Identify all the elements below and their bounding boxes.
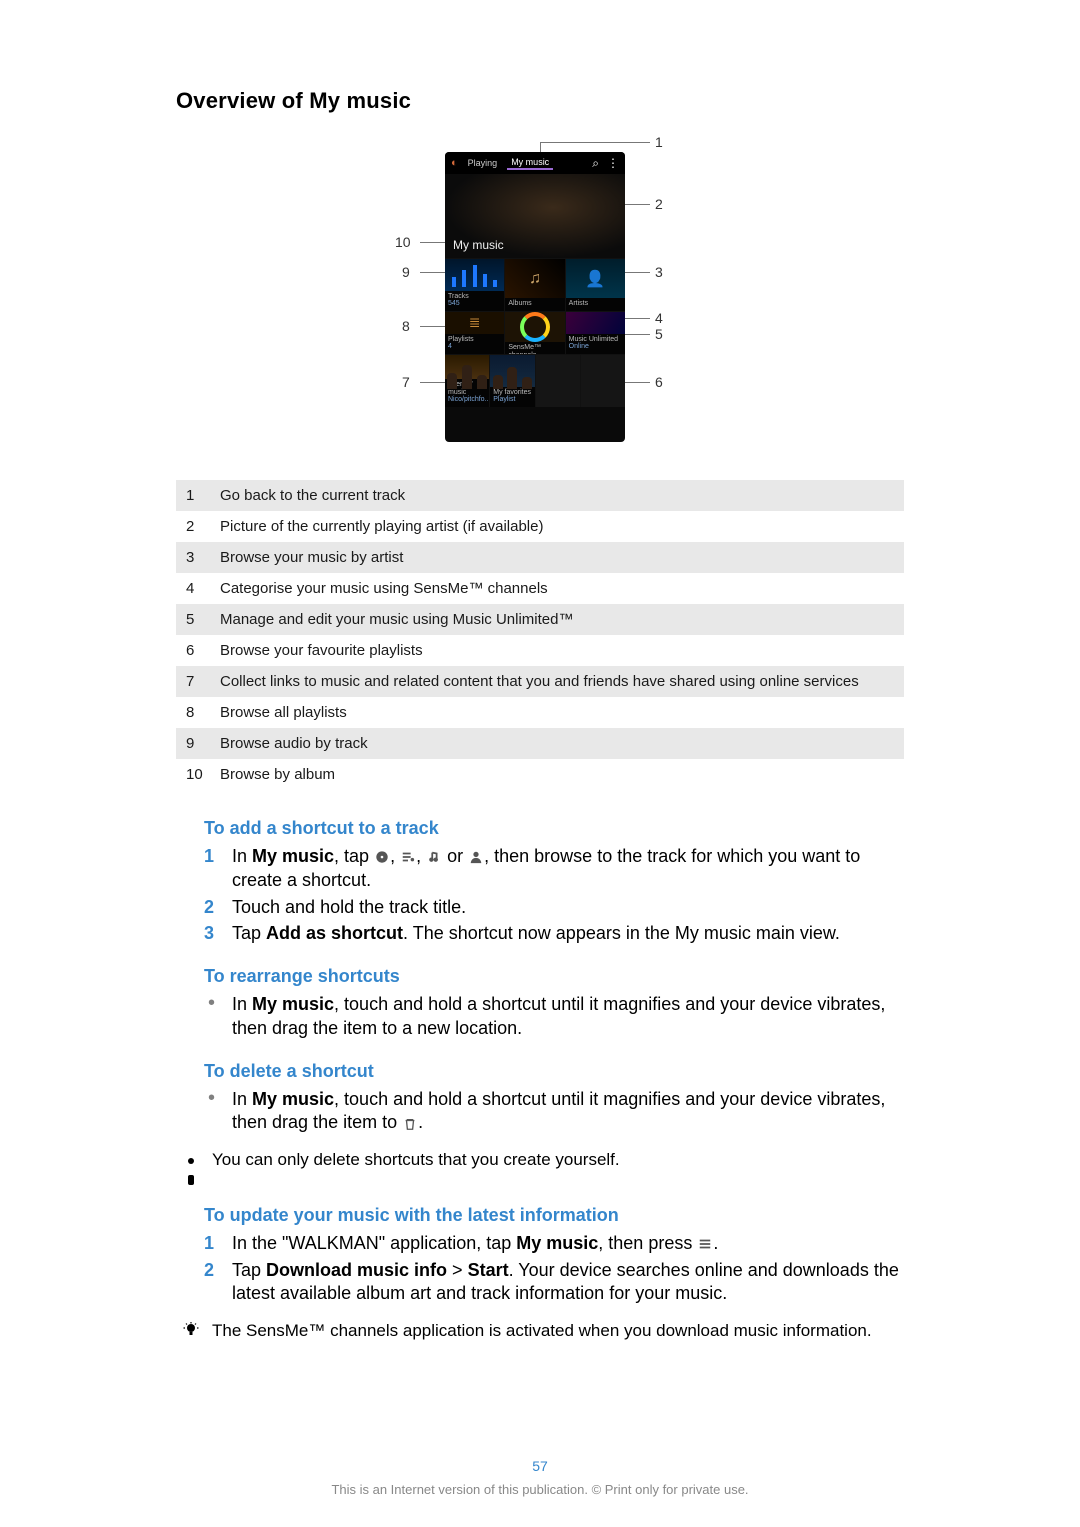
walkman-icon: ◐ [451, 157, 458, 169]
playlist-icon [400, 850, 416, 864]
menu-icon [697, 1237, 713, 1251]
tile-unlimited: Music UnlimitedOnline [565, 312, 625, 354]
album-icon [374, 850, 390, 864]
legend-row: 6Browse your favourite playlists [176, 635, 904, 666]
tile-friends-1: Friends' musicNico/pitchfo... [445, 355, 489, 407]
page-number: 57 [0, 1458, 1080, 1474]
steps-rearrange: In My music, touch and hold a shortcut u… [176, 993, 904, 1041]
legend-row: 7Collect links to music and related cont… [176, 666, 904, 697]
legend-row: 1Go back to the current track [176, 480, 904, 511]
steps-update: 1 In the "WALKMAN" application, tap My m… [176, 1232, 904, 1306]
legend-row: 4Categorise your music using SensMe™ cha… [176, 573, 904, 604]
tile-sensme: SensMe™ channels [504, 312, 564, 354]
legend-row: 9Browse audio by track [176, 728, 904, 759]
steps-delete: In My music, touch and hold a shortcut u… [176, 1088, 904, 1136]
legend-row: 3Browse your music by artist [176, 542, 904, 573]
task-title-rearrange: To rearrange shortcuts [204, 966, 904, 987]
step: In My music, touch and hold a shortcut u… [204, 1088, 904, 1136]
page-title: Overview of My music [176, 88, 904, 114]
note-text: You can only delete shortcuts that you c… [212, 1149, 620, 1172]
tile-fav-1 [535, 355, 580, 407]
search-icon: ⌕ [592, 156, 599, 171]
legend-row: 5Manage and edit your music using Music … [176, 604, 904, 635]
trash-icon [402, 1117, 418, 1131]
task-title-update: To update your music with the latest inf… [204, 1205, 904, 1226]
legend-row: 10Browse by album [176, 759, 904, 790]
phone-topbar: ◐ Playing My music ⌕ ⋮ [445, 152, 625, 174]
callout-4: 4 [655, 310, 663, 326]
step: 1 In My music, tap , , or , then browse … [204, 845, 904, 893]
tile-fav-2 [580, 355, 625, 407]
callout-10: 10 [395, 234, 411, 250]
tile-tracks: Tracks545 [445, 259, 504, 311]
phone-hero-label: My music [453, 238, 504, 252]
tip-icon [180, 1321, 202, 1337]
important-icon [180, 1150, 202, 1185]
note-text: The SensMe™ channels application is acti… [212, 1320, 872, 1343]
artist-icon [468, 850, 484, 864]
note-tip: The SensMe™ channels application is acti… [176, 1320, 904, 1343]
footer-copyright: This is an Internet version of this publ… [0, 1482, 1080, 1497]
tile-friends-2: My favoritesPlaylist [489, 355, 534, 407]
tab-mymusic: My music [507, 156, 553, 170]
tile-albums: ♫ Albums [504, 259, 564, 311]
page-footer: 57 This is an Internet version of this p… [0, 1458, 1080, 1497]
callout-9: 9 [402, 264, 410, 280]
tab-playing: Playing [464, 157, 502, 169]
steps-add-shortcut: 1 In My music, tap , , or , then browse … [176, 845, 904, 946]
phone-hero: My music [445, 174, 625, 258]
phone-mockup: ◐ Playing My music ⌕ ⋮ My music [445, 152, 625, 442]
callout-5: 5 [655, 326, 663, 342]
tile-playlists: ≣ Playlists4 [445, 312, 504, 354]
more-icon: ⋮ [607, 156, 619, 171]
diagram: ◐ Playing My music ⌕ ⋮ My music [176, 142, 904, 452]
callout-6: 6 [655, 374, 663, 390]
callout-3: 3 [655, 264, 663, 280]
callout-7: 7 [402, 374, 410, 390]
task-title-delete: To delete a shortcut [204, 1061, 904, 1082]
legend-row: 2Picture of the currently playing artist… [176, 511, 904, 542]
callout-2: 2 [655, 196, 663, 212]
callout-8: 8 [402, 318, 410, 334]
callout-1: 1 [655, 134, 663, 150]
step: 2Touch and hold the track title. [204, 896, 904, 920]
task-title-add-shortcut: To add a shortcut to a track [204, 818, 904, 839]
track-icon [426, 850, 442, 864]
step: 2 Tap Download music info > Start. Your … [204, 1259, 904, 1307]
step: 3 Tap Add as shortcut. The shortcut now … [204, 922, 904, 946]
legend-row: 8Browse all playlists [176, 697, 904, 728]
step: 1 In the "WALKMAN" application, tap My m… [204, 1232, 904, 1256]
tile-artists: 👤 Artists [565, 259, 625, 311]
note-important: You can only delete shortcuts that you c… [176, 1149, 904, 1185]
legend-table: 1Go back to the current track 2Picture o… [176, 480, 904, 790]
step: In My music, touch and hold a shortcut u… [204, 993, 904, 1041]
